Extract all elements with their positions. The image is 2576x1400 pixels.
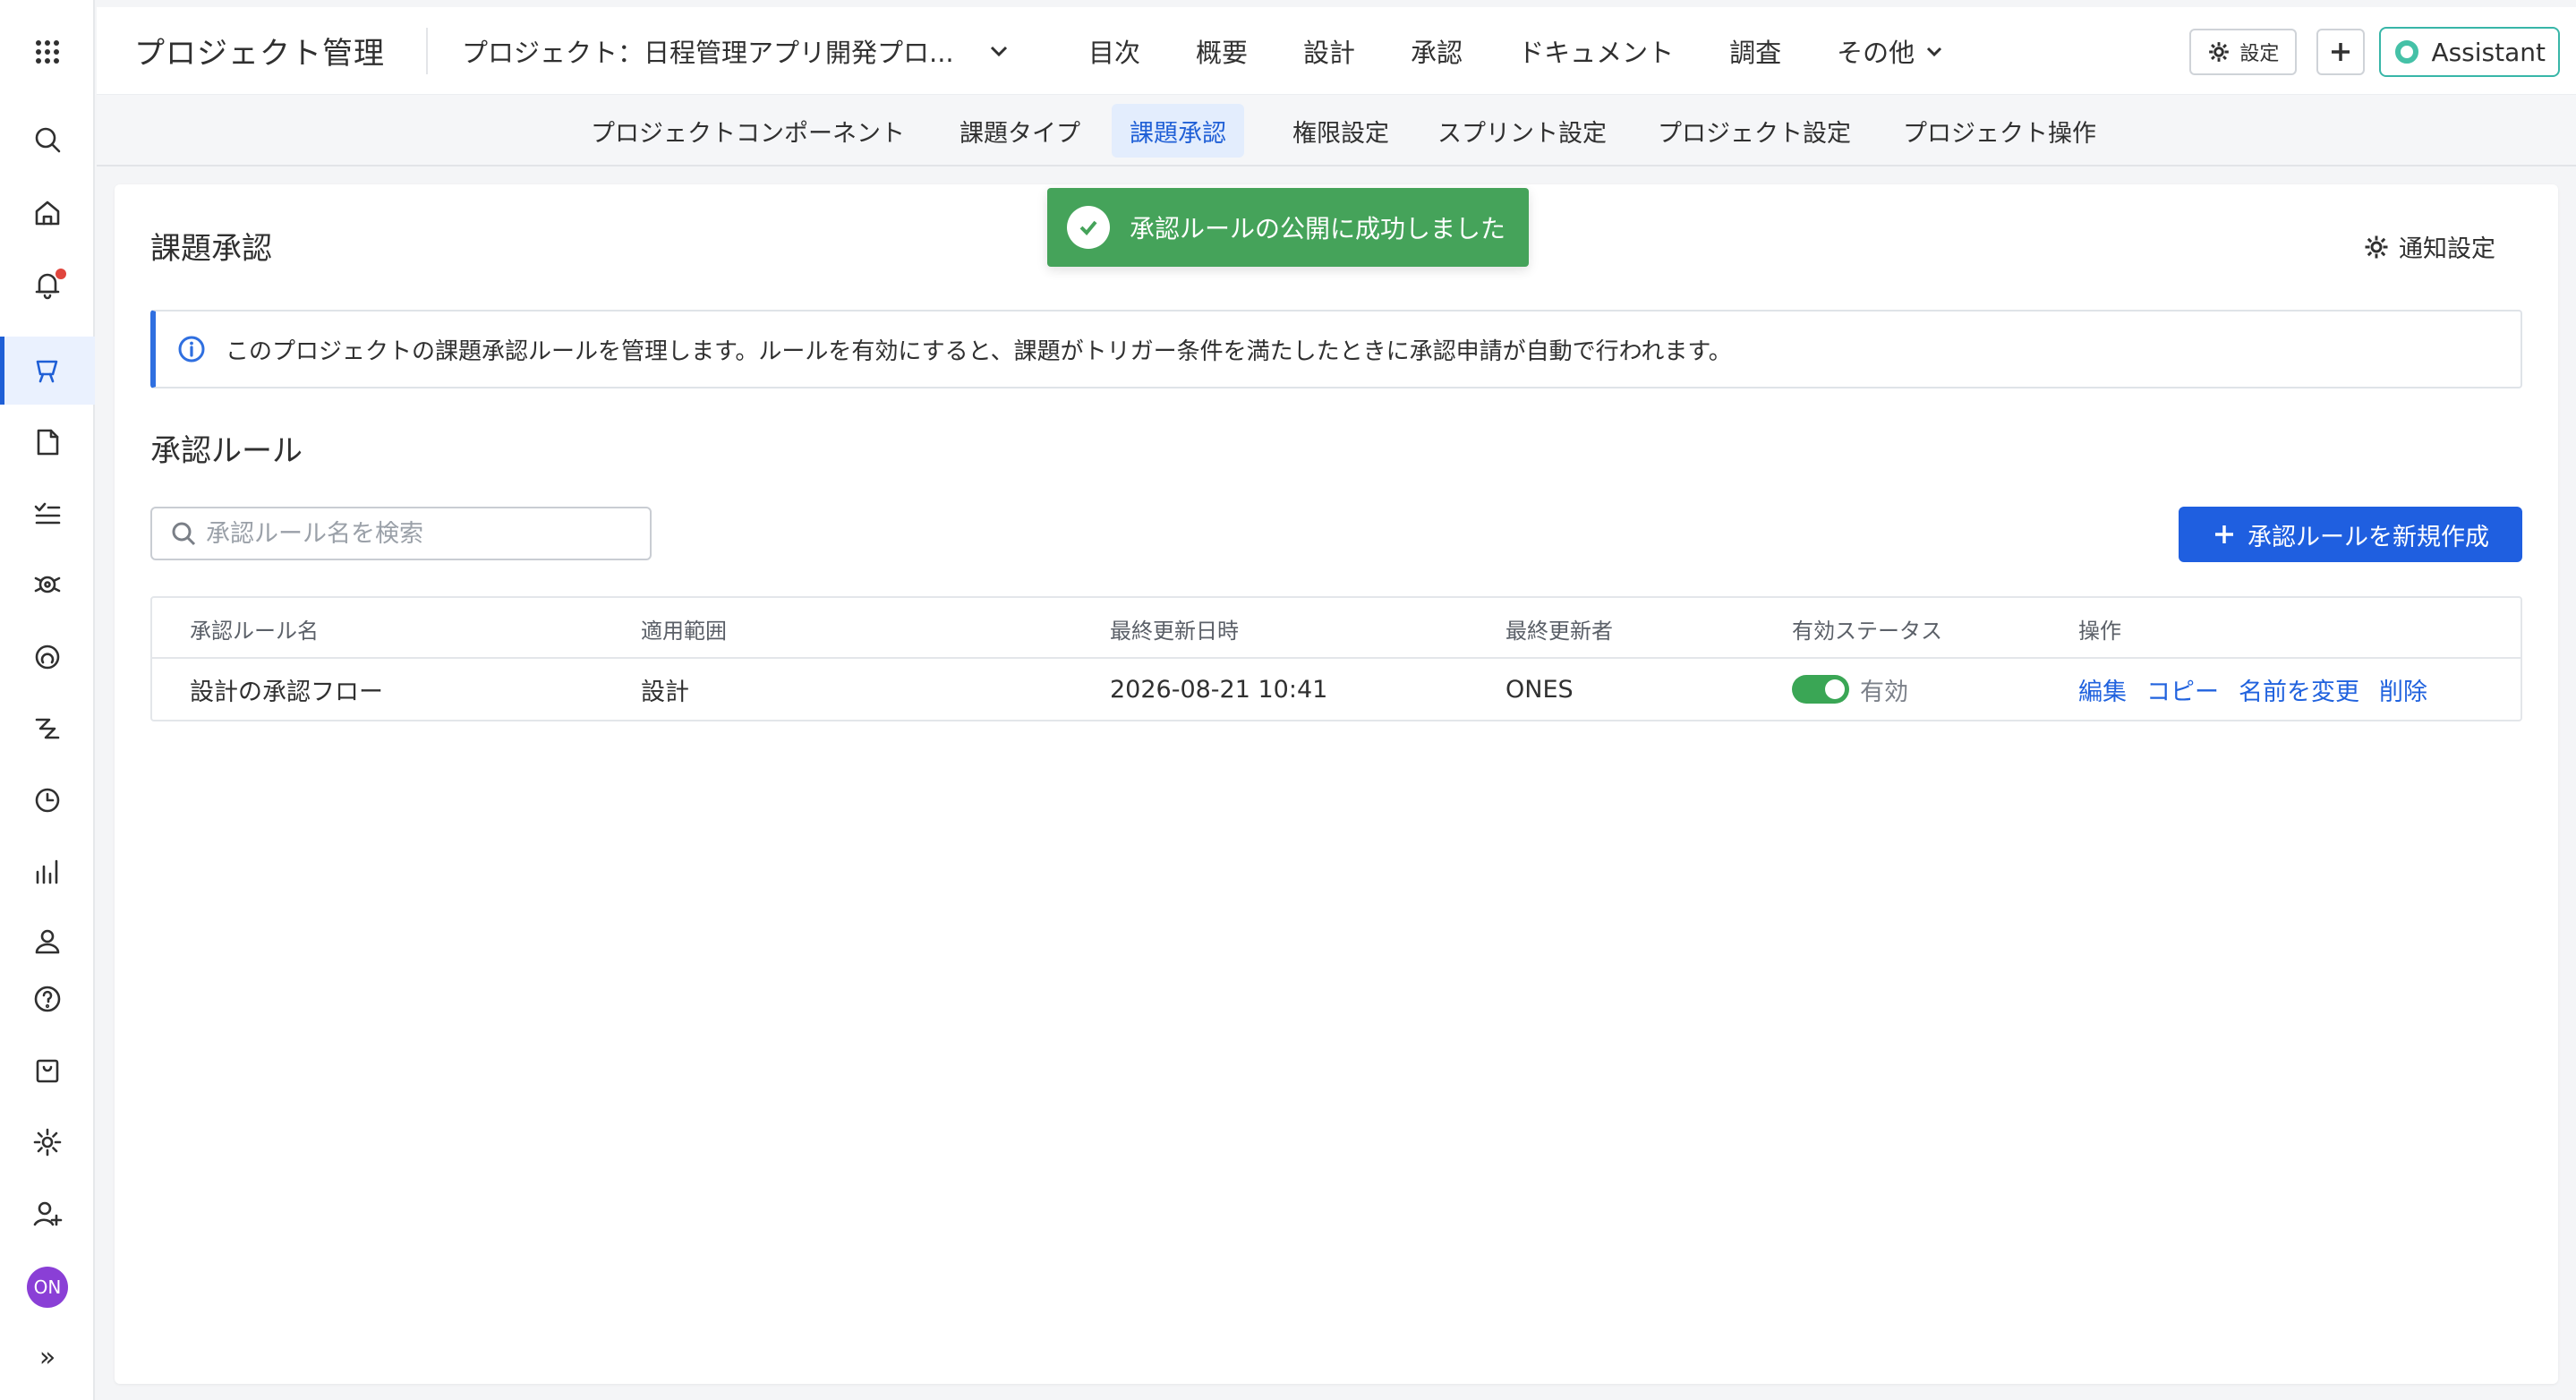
status-label: 有効 xyxy=(1860,678,1908,706)
apps-grid-icon[interactable] xyxy=(0,18,95,86)
tab-sprint-settings[interactable]: スプリント設定 xyxy=(1420,104,1625,158)
edit-link[interactable]: 編集 xyxy=(2078,672,2127,707)
column-header-name: 承認ルール名 xyxy=(190,618,319,644)
notification-dot xyxy=(55,269,66,279)
gear-icon xyxy=(2209,42,2230,62)
settings-subnav: プロジェクトコンポーネント 課題タイプ 課題承認 権限設定 スプリント設定 プロ… xyxy=(97,95,2576,166)
plus-icon xyxy=(2215,525,2233,543)
plus-icon xyxy=(2332,43,2350,61)
rename-link[interactable]: 名前を変更 xyxy=(2239,672,2359,707)
search-icon[interactable] xyxy=(0,106,95,174)
page-title: 課題承認 xyxy=(150,231,272,267)
bell-icon[interactable] xyxy=(0,251,95,319)
success-toast: 承認ルールの公開に成功しました xyxy=(1047,188,1529,267)
box-icon[interactable] xyxy=(0,1037,95,1105)
app-title: プロジェクト管理 xyxy=(134,36,385,72)
main-panel: 課題承認 通知設定 このプロジェクトの課題承認ルールを管理します。ルールを有効に… xyxy=(115,184,2558,1384)
table-row: 設計の承認フロー 設計 2026-08-21 10:41 ONES 有効 編集 … xyxy=(152,659,2521,720)
toast-message: 承認ルールの公開に成功しました xyxy=(1130,214,1506,243)
table-header: 承認ルール名 適用範囲 最終更新日時 最終更新者 有効ステータス 操作 xyxy=(152,598,2521,659)
column-header-actions: 操作 xyxy=(2078,618,2121,644)
notify-settings-label: 通知設定 xyxy=(2399,235,2495,263)
settings-button-label: 設定 xyxy=(2239,43,2280,65)
column-header-updated-at: 最終更新日時 xyxy=(1110,618,1239,644)
project-selector[interactable]: プロジェクト：日程管理アプリ開発プロ... xyxy=(462,32,1088,70)
settings-button[interactable]: 設定 xyxy=(2189,29,2298,75)
copy-link[interactable]: コピー xyxy=(2146,672,2219,707)
nav-more[interactable]: その他 xyxy=(1837,32,1945,70)
approval-rules-table: 承認ルール名 適用範囲 最終更新日時 最終更新者 有効ステータス 操作 設計の承… xyxy=(150,596,2522,721)
document-icon[interactable] xyxy=(0,408,95,476)
nav-research[interactable]: 調査 xyxy=(1729,32,1781,70)
delete-link[interactable]: 削除 xyxy=(2379,672,2427,707)
tab-project-operations[interactable]: プロジェクト操作 xyxy=(1885,104,2114,158)
assistant-label: Assistant xyxy=(2431,37,2546,67)
column-header-status: 有効ステータス xyxy=(1792,618,1942,644)
project-selector-label: プロジェクト：日程管理アプリ開発プロ... xyxy=(462,37,954,68)
info-text: このプロジェクトの課題承認ルールを管理します。ルールを有効にすると、課題がトリガ… xyxy=(226,337,1732,365)
chevron-down-icon xyxy=(986,38,1011,64)
header-divider xyxy=(426,27,428,74)
add-user-icon[interactable] xyxy=(0,1180,95,1248)
top-nav: 目次 概要 設計 承認 ドキュメント 調査 その他 xyxy=(1088,32,2000,70)
notify-settings-button[interactable]: 通知設定 xyxy=(2363,229,2495,264)
search-input[interactable] xyxy=(206,519,635,548)
info-icon xyxy=(178,336,205,363)
tab-project-components[interactable]: プロジェクトコンポーネント xyxy=(573,104,923,158)
status-toggle[interactable] xyxy=(1792,675,1849,704)
add-button[interactable] xyxy=(2316,29,2366,75)
avatar-initials: ON xyxy=(27,1267,68,1308)
create-rule-label: 承認ルールを新規作成 xyxy=(2248,523,2489,551)
dashboard-icon[interactable] xyxy=(0,623,95,691)
expand-sidebar-icon[interactable]: » xyxy=(0,1323,95,1391)
help-icon[interactable] xyxy=(0,965,95,1033)
rule-updated-by: ONES xyxy=(1506,675,1574,704)
header-actions: 設定 Assistant xyxy=(2189,27,2560,77)
search-icon xyxy=(172,522,196,546)
timeline-icon[interactable] xyxy=(0,695,95,763)
nav-documents[interactable]: ドキュメント xyxy=(1518,32,1674,70)
rule-updated-at: 2026-08-21 10:41 xyxy=(1110,675,1328,704)
nav-approval[interactable]: 承認 xyxy=(1411,32,1463,70)
tab-permissions[interactable]: 権限設定 xyxy=(1275,104,1407,158)
bug-icon[interactable] xyxy=(0,550,95,618)
tab-issue-types[interactable]: 課題タイプ xyxy=(942,104,1098,158)
search-box xyxy=(150,507,652,560)
report-icon[interactable] xyxy=(0,838,95,906)
nav-more-label: その他 xyxy=(1837,37,1915,68)
tab-issue-approval[interactable]: 課題承認 xyxy=(1112,104,1244,158)
chevron-down-icon xyxy=(1927,47,1942,56)
gear-icon[interactable] xyxy=(0,1108,95,1176)
nav-overview[interactable]: 概要 xyxy=(1196,32,1248,70)
rule-actions: 編集 コピー 名前を変更 削除 xyxy=(2078,659,2447,720)
assistant-icon xyxy=(2395,40,2419,64)
section-title: 承認ルール xyxy=(150,433,303,469)
rule-status: 有効 xyxy=(1792,659,1908,720)
avatar[interactable]: ON xyxy=(0,1253,95,1321)
nav-design[interactable]: 設計 xyxy=(1303,32,1355,70)
nav-contents[interactable]: 目次 xyxy=(1088,32,1140,70)
top-header: プロジェクト管理 プロジェクト：日程管理アプリ開発プロ... 目次 概要 設計 … xyxy=(97,7,2576,95)
check-circle-icon xyxy=(1067,206,1110,249)
create-rule-button[interactable]: 承認ルールを新規作成 xyxy=(2179,507,2522,562)
home-icon[interactable] xyxy=(0,179,95,247)
column-header-scope: 適用範囲 xyxy=(641,618,727,644)
gear-icon xyxy=(2365,235,2388,258)
tab-project-settings[interactable]: プロジェクト設定 xyxy=(1640,104,1869,158)
assistant-button[interactable]: Assistant xyxy=(2379,27,2560,77)
clock-icon[interactable] xyxy=(0,766,95,834)
task-list-icon[interactable] xyxy=(0,480,95,548)
left-sidebar: ON » xyxy=(0,0,95,1400)
column-header-updated-by: 最終更新者 xyxy=(1506,618,1613,644)
rule-scope: 設計 xyxy=(641,678,689,706)
rule-name: 設計の承認フロー xyxy=(190,678,383,706)
info-banner: このプロジェクトの課題承認ルールを管理します。ルールを有効にすると、課題がトリガ… xyxy=(150,310,2522,388)
project-icon[interactable] xyxy=(0,337,95,405)
